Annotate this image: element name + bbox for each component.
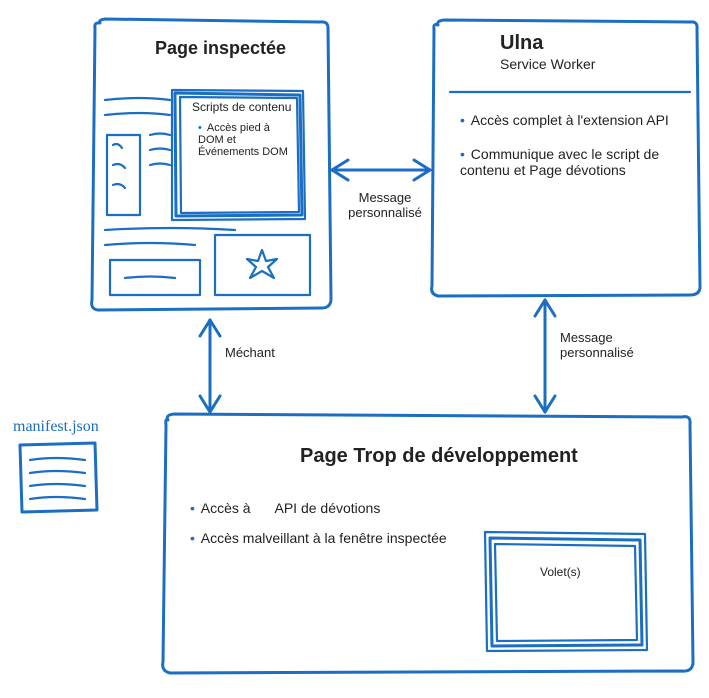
devtools-page-title: Page Trop de développement bbox=[300, 445, 578, 468]
service-worker-bullets: Accès complet à l'extension API Communiq… bbox=[460, 112, 680, 178]
content-scripts-list: Accès pied à DOM et Événements DOM bbox=[198, 122, 293, 158]
service-worker-bullet-1: Accès complet à l'extension API bbox=[460, 112, 680, 128]
panels-label: Volet(s) bbox=[540, 565, 581, 579]
service-worker-subtitle: Service Worker bbox=[500, 56, 595, 72]
devtools-bullet-1-suffix: API de dévotions bbox=[275, 500, 381, 516]
arrow-left-label: Méchant bbox=[225, 345, 275, 360]
devtools-bullet-1: Accès à API de dévotions bbox=[190, 500, 447, 516]
content-scripts-bullet: Accès pied à DOM et Événements DOM bbox=[198, 122, 293, 158]
devtools-bullet-2: Accès malveillant à la fenêtre inspectée bbox=[190, 530, 447, 546]
manifest-label: manifest.json bbox=[13, 418, 99, 436]
arrow-right-label: Message personnalisé bbox=[560, 330, 655, 360]
arrow-top-label: Message personnalisé bbox=[340, 190, 430, 220]
devtools-bullet-1-prefix: Accès à bbox=[201, 500, 251, 516]
inspected-page-title: Page inspectée bbox=[155, 38, 286, 59]
content-scripts-title: Scripts de contenu bbox=[192, 100, 291, 114]
service-worker-title: Ulna bbox=[500, 32, 543, 55]
service-worker-bullet-2: Communique avec le script de contenu et … bbox=[460, 146, 680, 178]
devtools-bullets: Accès à API de dévotions Accès malveilla… bbox=[190, 500, 447, 546]
